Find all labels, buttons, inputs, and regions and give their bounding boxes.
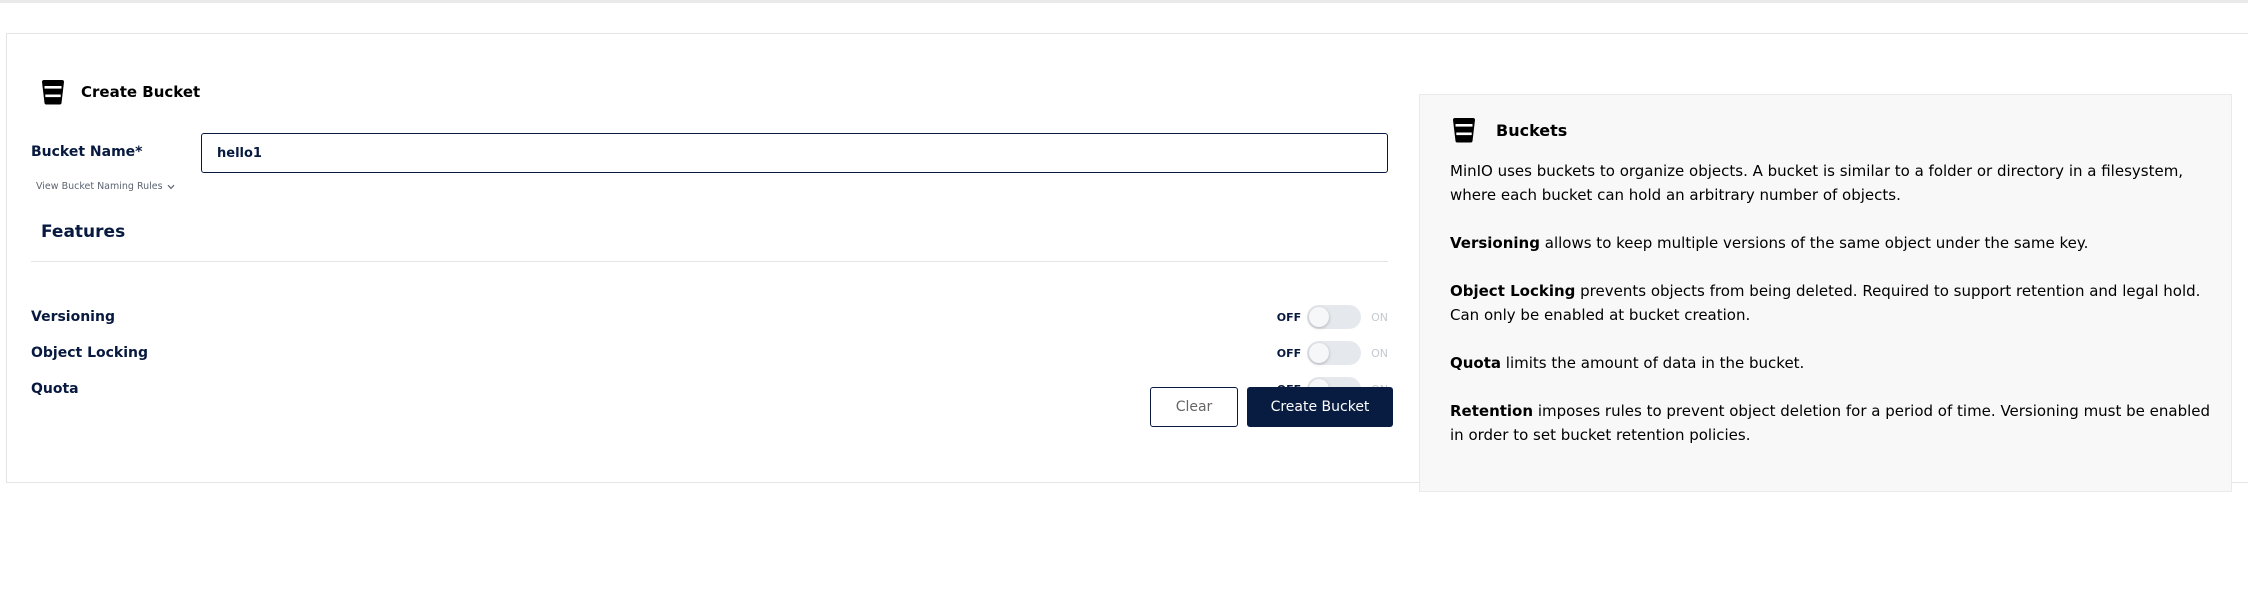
view-naming-rules-link[interactable]: View Bucket Naming Rules xyxy=(36,181,175,192)
help-term: Quota xyxy=(1450,354,1502,372)
help-text: limits the amount of data in the bucket. xyxy=(1501,354,1805,372)
toggle-knob xyxy=(1309,343,1330,363)
object-locking-toggle[interactable] xyxy=(1307,341,1362,365)
help-text: imposes rules to prevent object deletion… xyxy=(1450,402,2211,444)
toggle-knob xyxy=(1309,307,1330,327)
help-panel: Buckets MinIO uses buckets to organize o… xyxy=(1419,94,2232,492)
form-header: Create Bucket xyxy=(39,77,200,107)
feature-row-object-locking: Object Locking OFF ON xyxy=(31,340,1388,366)
bucket-name-input[interactable] xyxy=(201,133,1388,173)
help-term: Object Locking xyxy=(1450,282,1576,300)
object-locking-label: Object Locking xyxy=(31,345,149,361)
bucket-name-label: Bucket Name* xyxy=(31,144,143,160)
help-item-object-locking: Object Locking prevents objects from bei… xyxy=(1450,279,2220,327)
help-body: MinIO uses buckets to organize objects. … xyxy=(1450,159,2220,471)
create-bucket-button[interactable]: Create Bucket xyxy=(1247,387,1393,427)
versioning-toggle[interactable] xyxy=(1307,305,1362,329)
switch-off-label: OFF xyxy=(1276,346,1302,360)
help-title: Buckets xyxy=(1496,120,1568,140)
help-term: Versioning xyxy=(1450,234,1540,252)
feature-row-versioning: Versioning OFF ON xyxy=(31,304,1388,330)
chevron-down-icon xyxy=(167,184,175,189)
naming-rules-label: View Bucket Naming Rules xyxy=(36,181,163,192)
help-item-quota: Quota limits the amount of data in the b… xyxy=(1450,351,2220,375)
page-title: Create Bucket xyxy=(81,83,201,101)
top-divider xyxy=(0,0,2248,3)
bucket-icon xyxy=(42,80,64,105)
features-heading: Features xyxy=(41,222,126,242)
help-header: Buckets xyxy=(1450,115,1567,145)
quota-label: Quota xyxy=(31,381,79,397)
switch-off-label: OFF xyxy=(1276,310,1302,324)
switch-on-label: ON xyxy=(1371,310,1388,324)
object-locking-switch-group: OFF ON xyxy=(1277,341,1388,365)
help-item-versioning: Versioning allows to keep multiple versi… xyxy=(1450,231,2220,255)
help-term: Retention xyxy=(1450,402,1534,420)
switch-on-label: ON xyxy=(1371,346,1388,360)
versioning-switch-group: OFF ON xyxy=(1277,305,1388,329)
bucket-icon xyxy=(1453,118,1475,143)
features-divider xyxy=(31,261,1388,262)
versioning-label: Versioning xyxy=(31,309,115,325)
help-intro: MinIO uses buckets to organize objects. … xyxy=(1450,162,2184,204)
create-bucket-card: Create Bucket Bucket Name* View Bucket N… xyxy=(6,33,2248,492)
clear-button[interactable]: Clear xyxy=(1150,387,1238,427)
help-text: allows to keep multiple versions of the … xyxy=(1539,234,2089,252)
help-item-retention: Retention imposes rules to prevent objec… xyxy=(1450,399,2220,447)
